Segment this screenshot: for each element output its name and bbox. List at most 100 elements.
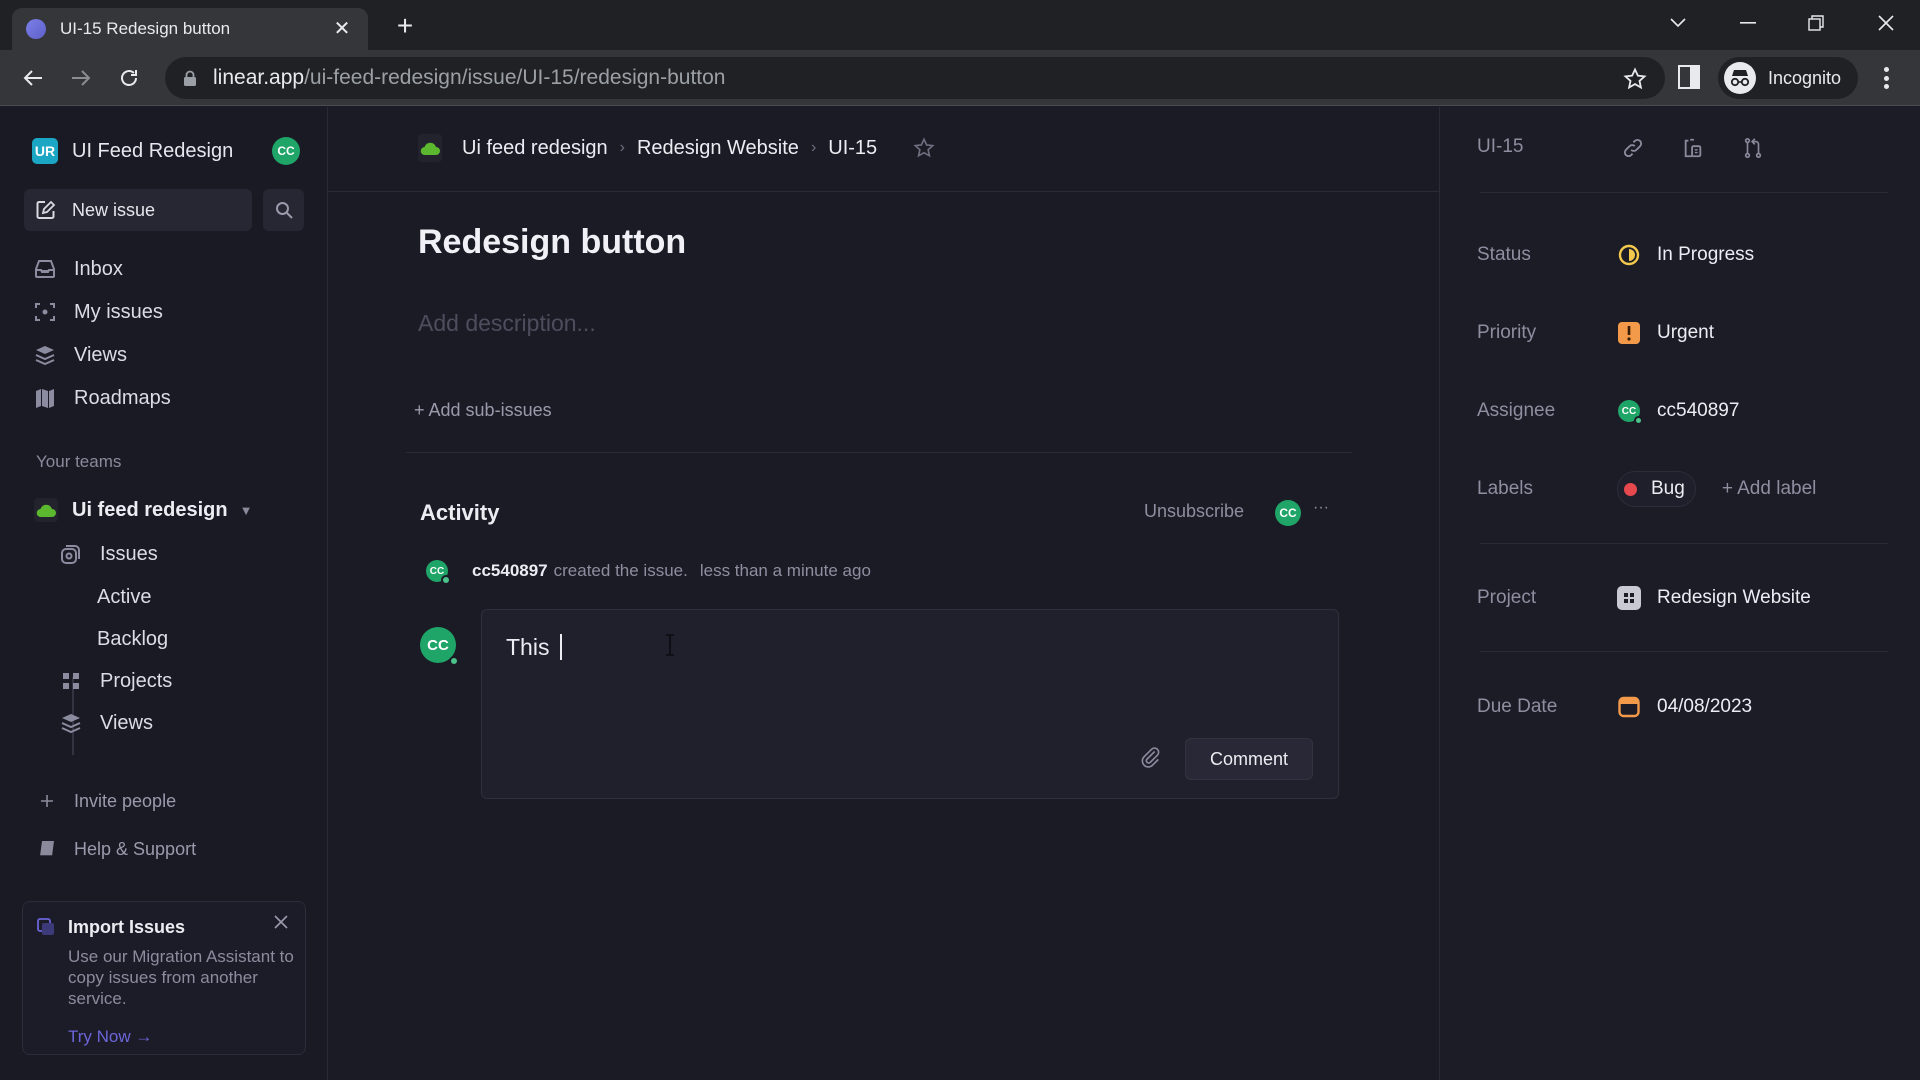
comment-editor[interactable]: This Comment [481,609,1339,799]
unsubscribe-button[interactable]: Unsubscribe [1144,501,1244,522]
close-window-icon[interactable] [1866,8,1906,38]
workspace-name: UI Feed Redesign [72,139,234,162]
user-avatar[interactable]: CC [272,137,300,165]
property-due-date[interactable]: Due Date 04/08/2023 [1477,689,1897,725]
restore-window-icon[interactable] [1796,8,1836,38]
close-icon[interactable] [273,914,293,934]
forward-icon[interactable] [66,63,96,93]
priority-text: Urgent [1657,322,1715,343]
add-label-button[interactable]: + Add label [1722,478,1817,500]
details-divider [1480,651,1888,652]
priority-value[interactable]: Urgent [1617,321,1714,345]
sidebar: UR UI Feed Redesign CC New issue Inbox M… [0,107,328,1080]
git-branch-icon[interactable] [1742,137,1766,161]
back-icon[interactable] [18,63,48,93]
copy-id-icon[interactable] [1682,137,1706,161]
label-chip-text: Bug [1651,478,1685,499]
subscriber-avatar[interactable]: CC [1275,500,1301,526]
issues-icon [60,543,82,565]
breadcrumb: Ui feed redesign › Redesign Website › UI… [418,131,935,165]
event-user[interactable]: cc540897 [472,561,548,581]
side-panel-icon[interactable] [1678,65,1702,91]
try-now-link[interactable]: Try Now → [68,1027,152,1047]
property-project[interactable]: Project Redesign Website [1477,580,1897,616]
breadcrumb-issue[interactable]: UI-15 [828,137,877,160]
sidebar-item-label: Issues [100,542,158,565]
sidebar-item-my-issues[interactable]: My issues [34,295,163,329]
tab-close-icon[interactable]: ✕ [330,17,354,41]
comment-submit-button[interactable]: Comment [1185,738,1313,780]
property-assignee[interactable]: Assignee CC cc540897 [1477,393,1897,429]
help-support-label: Help & Support [74,838,197,859]
url-path: /ui-feed-redesign/issue/UI-15/redesign-b… [304,66,726,89]
activity-more-icon[interactable]: ··· [1313,499,1329,517]
paperclip-icon[interactable] [1140,746,1162,768]
sidebar-item-active[interactable]: Active [97,580,151,614]
assignee-avatar: CC [1617,399,1643,425]
invite-people-link[interactable]: Invite people [38,786,176,816]
new-tab-button[interactable]: + [390,12,420,42]
tab-search-chevron-icon[interactable] [1658,8,1698,38]
chevron-right-icon: › [619,139,625,156]
sidebar-item-team-views[interactable]: Views [60,706,153,740]
incognito-profile-button[interactable]: Incognito [1718,57,1858,99]
property-labels: Labels Bug + Add label [1477,471,1897,507]
details-divider [1480,192,1888,193]
property-priority[interactable]: Priority Urgent [1477,315,1897,351]
online-indicator [449,656,459,666]
sidebar-item-inbox[interactable]: Inbox [34,252,123,286]
breadcrumb-project[interactable]: Redesign Website [637,137,799,160]
project-text: Redesign Website [1657,587,1811,608]
project-icon [1617,586,1641,610]
map-icon [34,387,56,409]
status-text: In Progress [1657,244,1755,265]
bookmark-star-icon[interactable] [1623,67,1647,91]
comment-draft-text: This [506,634,556,660]
browser-menu-icon[interactable] [1876,65,1896,91]
search-button[interactable] [263,189,304,231]
browser-tab-active[interactable]: UI-15 Redesign button ✕ [12,8,368,50]
property-status[interactable]: Status In Progress [1477,237,1897,273]
minimize-window-icon[interactable] [1728,8,1768,38]
import-icon [37,918,55,936]
teams-section-label: Your teams [36,452,122,471]
project-value[interactable]: Redesign Website [1617,586,1811,610]
sidebar-item-views[interactable]: Views [34,338,127,372]
online-indicator [1634,416,1643,425]
workspace-switcher[interactable]: UR UI Feed Redesign CC [32,135,300,167]
sidebar-item-label: Views [74,343,127,366]
new-issue-label: New issue [72,199,156,220]
favorite-star-icon[interactable] [913,137,935,159]
plus-icon [38,792,56,810]
section-divider [406,452,1352,453]
sidebar-item-label: Roadmaps [74,386,171,409]
copy-link-icon[interactable] [1622,137,1646,161]
sidebar-item-projects[interactable]: Projects [60,664,172,698]
layers-icon [34,344,56,366]
import-issues-card: Import Issues Use our Migration Assistan… [22,901,306,1055]
address-bar[interactable]: linear.app/ui-feed-redesign/issue/UI-15/… [165,57,1665,99]
workspace-logo: UR [32,138,58,164]
issue-title[interactable]: Redesign button [418,223,686,262]
add-sub-issues-button[interactable]: + Add sub-issues [414,400,552,421]
due-date-value[interactable]: 04/08/2023 [1617,695,1752,719]
new-issue-button[interactable]: New issue [24,189,252,231]
reload-icon[interactable] [114,63,144,93]
help-support-link[interactable]: Help & Support [38,834,196,864]
team-ui-feed-redesign[interactable]: Ui feed redesign ▼ [34,493,252,527]
status-value[interactable]: In Progress [1617,243,1754,267]
sidebar-item-issues[interactable]: Issues [60,537,158,571]
sidebar-item-backlog[interactable]: Backlog [97,622,168,656]
sidebar-item-label: Projects [100,669,173,692]
sidebar-item-roadmaps[interactable]: Roadmaps [34,381,171,415]
comment-author-avatar: CC [420,627,459,666]
property-label: Status [1477,244,1531,265]
description-input[interactable]: Add description... [418,310,596,337]
in-progress-status-icon [1617,243,1641,267]
sidebar-item-label: My issues [74,300,163,323]
label-chip-bug[interactable]: Bug [1617,471,1696,507]
comment-input[interactable]: This [506,634,562,661]
assignee-value[interactable]: CC cc540897 [1617,399,1739,425]
breadcrumb-team[interactable]: Ui feed redesign [462,137,608,160]
event-avatar: CC [426,560,451,585]
